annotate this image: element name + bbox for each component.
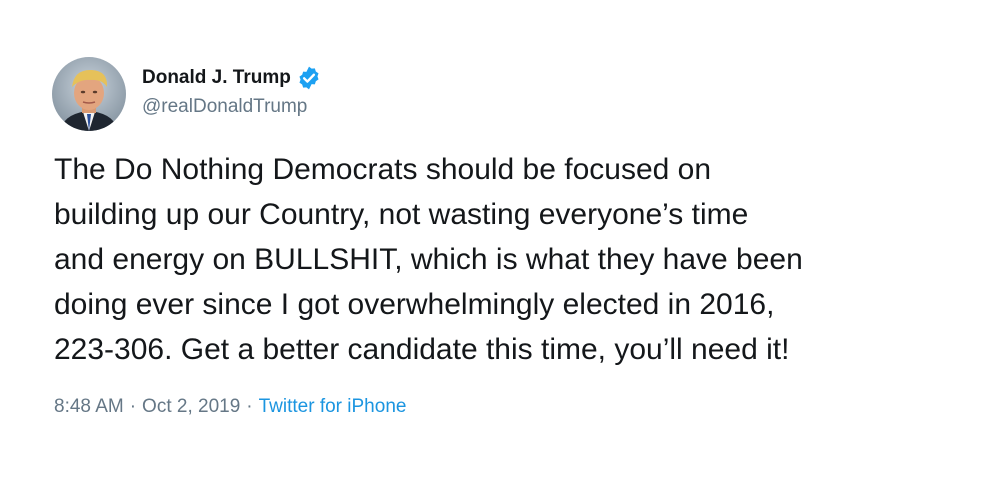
tweet-time[interactable]: 8:48 AM [54,396,124,417]
tweet-date[interactable]: Oct 2, 2019 [142,396,240,417]
separator-dot: · [129,396,137,417]
tweet-text: The Do Nothing Democrats should be focus… [54,147,954,372]
avatar-photo-icon [52,57,126,131]
author-display-name[interactable]: Donald J. Trump [142,66,291,90]
separator-dot: · [246,396,253,417]
tweet-text-line: doing ever since I got overwhelmingly el… [54,288,775,321]
tweet-text-line: and energy on BULLSHIT, which is what th… [54,243,803,276]
avatar[interactable] [52,57,126,131]
tweet-text-line: building up our Country, not wasting eve… [54,198,749,231]
tweet-text-line: The Do Nothing Democrats should be focus… [54,153,712,186]
tweet-source-link[interactable]: Twitter for iPhone [259,396,407,417]
tweet-card: Donald J. Trump @realDonaldTrump The Do … [0,0,1001,500]
tweet-text-line: 223-306. Get a better candidate this tim… [54,333,790,366]
author-name-row: Donald J. Trump [142,66,322,90]
author-handle[interactable]: @realDonaldTrump [142,95,307,119]
verified-badge-icon [296,65,322,91]
tweet-metadata: 8:48 AM · Oct 2, 2019 · Twitter for iPhone [54,395,406,419]
